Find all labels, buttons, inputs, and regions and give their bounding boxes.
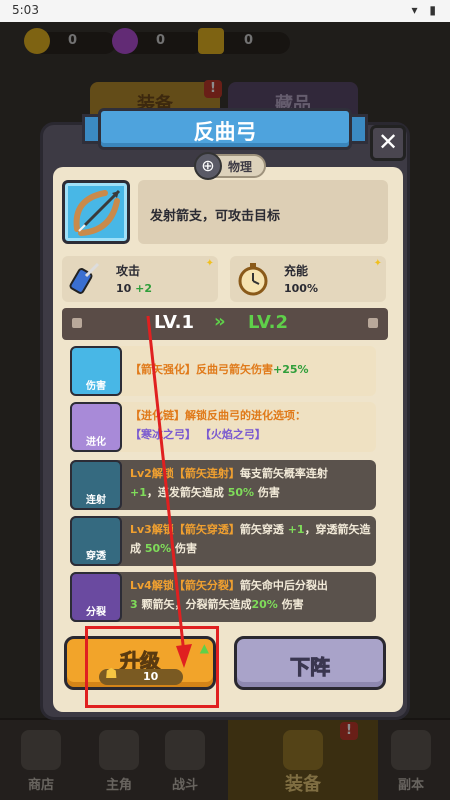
unequip-button[interactable]: 下阵 bbox=[234, 636, 386, 690]
arrow-quiver-icon bbox=[66, 260, 104, 298]
row-icon-label: 进化 bbox=[86, 437, 106, 448]
current-level: LV.1 bbox=[154, 312, 194, 333]
close-button[interactable]: ✕ bbox=[370, 125, 406, 161]
sparkle-icon: ✦ bbox=[205, 258, 214, 269]
double-chevron-icon: » bbox=[214, 311, 226, 332]
upgrade-row-locked: 穿透 Lv3解锁【箭矢穿透】箭矢穿透 +1，穿透箭矢造成 50% 伤害 bbox=[70, 516, 376, 566]
annotation-highlight-box bbox=[85, 626, 219, 708]
damage-type-label: 物理 bbox=[228, 160, 253, 174]
upgrade-text: Lv2解锁【箭矢连射】每支箭矢概率连射 +1，连发箭矢造成 50% 伤害 bbox=[130, 467, 328, 499]
bow-icon: 穿透 bbox=[70, 516, 122, 566]
upgrade-text: Lv4解锁【箭矢分裂】箭矢命中后分裂出 3 颗箭矢，分裂箭矢造成20% 伤害 bbox=[130, 579, 328, 611]
level-header: LV.1 » LV.2 bbox=[62, 308, 388, 340]
upgrade-text: 【箭矢强化】反曲弓箭矢伤害+25% bbox=[130, 363, 309, 376]
dialog-title: 反曲弓 bbox=[98, 108, 352, 150]
row-icon-label: 穿透 bbox=[86, 551, 106, 562]
next-level: LV.2 bbox=[248, 312, 288, 333]
bow-icon bbox=[62, 180, 130, 244]
stat-label: 攻击 bbox=[116, 264, 141, 278]
bow-icon: 连射 bbox=[70, 460, 122, 510]
row-icon-label: 分裂 bbox=[86, 607, 106, 618]
corner-rivet bbox=[368, 318, 378, 328]
bow-icon: 伤害 bbox=[70, 346, 122, 396]
stopwatch-icon bbox=[234, 260, 272, 298]
upgrade-row-locked: 分裂 Lv4解锁【箭矢分裂】箭矢命中后分裂出 3 颗箭矢，分裂箭矢造成20% 伤… bbox=[70, 572, 376, 622]
damage-type-badge: ⊕ 物理 bbox=[194, 152, 266, 180]
crosshair-icon: ⊕ bbox=[194, 152, 222, 180]
upgrade-row: 进化 【进化链】解锁反曲弓的进化选项： 【寒冰之弓】 【火焰之弓】 bbox=[70, 402, 376, 452]
stat-attack: 攻击 10 +2 ✦ bbox=[62, 256, 218, 302]
row-icon-label: 伤害 bbox=[86, 381, 106, 392]
stat-value: 10 +2 bbox=[116, 282, 153, 295]
bow-icon: 分裂 bbox=[70, 572, 122, 622]
wifi-battery-icon: ▾ ▮ bbox=[411, 3, 440, 17]
evolution-option-ice-bow[interactable]: 【寒冰之弓】 bbox=[130, 428, 196, 441]
row-icon-label: 连射 bbox=[86, 495, 106, 506]
status-time: 5:03 bbox=[12, 3, 39, 17]
evolve-bow-icon: 进化 bbox=[70, 402, 122, 452]
weapon-description: 发射箭支，可攻击目标 bbox=[138, 180, 388, 244]
stat-value: 100% bbox=[284, 282, 318, 295]
description-text: 发射箭支，可攻击目标 bbox=[150, 209, 281, 224]
upgrade-row: 伤害 【箭矢强化】反曲弓箭矢伤害+25% bbox=[70, 346, 376, 396]
stat-charge: 充能 100% ✦ bbox=[230, 256, 386, 302]
upgrade-text: 【进化链】解锁反曲弓的进化选项： 【寒冰之弓】 【火焰之弓】 bbox=[130, 409, 306, 441]
status-bar: 5:03 ▾ ▮ bbox=[0, 0, 450, 22]
upgrade-text: Lv3解锁【箭矢穿透】箭矢穿透 +1，穿透箭矢造成 50% 伤害 bbox=[130, 523, 371, 555]
evolution-option-fire-bow[interactable]: 【火焰之弓】 bbox=[200, 428, 266, 441]
stat-label: 充能 bbox=[284, 264, 309, 278]
upgrade-row-locked: 连射 Lv2解锁【箭矢连射】每支箭矢概率连射 +1，连发箭矢造成 50% 伤害 bbox=[70, 460, 376, 510]
corner-rivet bbox=[72, 318, 82, 328]
sparkle-icon: ✦ bbox=[373, 258, 382, 269]
